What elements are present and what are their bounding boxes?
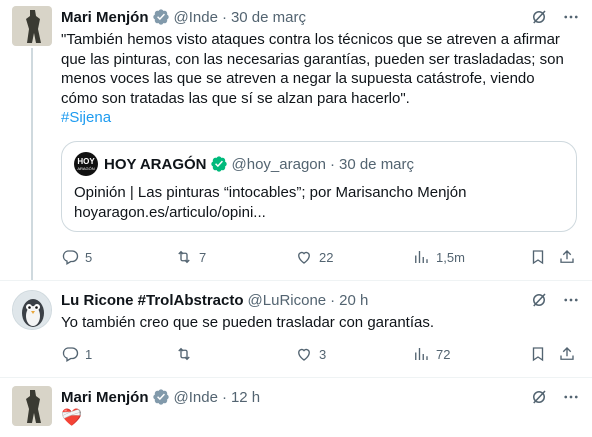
avatar[interactable]	[12, 386, 52, 426]
like-icon	[298, 348, 310, 361]
grok-icon[interactable]	[530, 8, 548, 26]
timestamp[interactable]: 12 h	[231, 389, 260, 406]
grok-icon[interactable]	[530, 388, 548, 406]
repost-button[interactable]	[175, 344, 199, 364]
like-count: 3	[319, 346, 327, 362]
tweet-1[interactable]: Mari Menjón @Inde · 30 de març "También …	[0, 0, 592, 280]
views-button[interactable]: 1,5m	[412, 247, 465, 267]
author-handle[interactable]: @LuRicone	[248, 292, 327, 309]
quoted-tweet[interactable]: HOY ARAGÓN HOY ARAGÓN @hoy_aragon · 30 d…	[61, 141, 577, 232]
share-icon	[560, 250, 574, 263]
more-icon[interactable]	[562, 388, 580, 406]
quoted-author-name: HOY ARAGÓN	[104, 155, 207, 173]
thread-line	[31, 48, 33, 280]
tweet-actions: 5 7 22 1,5m	[61, 247, 581, 267]
bookmark-button[interactable]	[529, 247, 553, 267]
avatar[interactable]	[12, 6, 52, 46]
repost-icon	[178, 250, 190, 264]
bookmark-icon	[532, 250, 544, 265]
tweet-header-actions	[530, 7, 580, 27]
bookmark-icon	[532, 347, 544, 362]
views-icon	[415, 348, 428, 360]
tweet-text-line: menos voces las que se atreven a negar l…	[61, 70, 535, 87]
tweet-text-line: que las pinturas, con las necesarias gar…	[61, 50, 564, 68]
sculpture-avatar-icon	[12, 386, 52, 426]
reply-icon	[62, 250, 79, 265]
author-name[interactable]: Mari Menjón	[61, 9, 149, 26]
author-handle[interactable]: @Inde	[174, 9, 218, 26]
verified-badge-icon	[152, 9, 169, 25]
separator-dot: ·	[221, 8, 227, 26]
more-icon[interactable]	[562, 291, 580, 309]
reply-button[interactable]: 5	[61, 247, 92, 267]
tweet-text: "También hemos visto ataques contra los …	[61, 30, 581, 128]
author-handle[interactable]: @Inde	[174, 389, 218, 406]
reply-count: 1	[85, 346, 93, 362]
timestamp[interactable]: 30 de març	[231, 9, 306, 26]
avatar[interactable]	[12, 290, 52, 330]
tweet-header: Mari Menjón @Inde · 12 h	[61, 387, 260, 407]
tweet-actions: 1 3 72	[61, 344, 581, 364]
author-name[interactable]: Mari Menjón	[61, 389, 149, 406]
share-button[interactable]	[558, 344, 582, 364]
share-button[interactable]	[558, 247, 582, 267]
penguin-avatar-icon	[13, 291, 51, 329]
separator-dot: ·	[221, 388, 227, 406]
more-icon[interactable]	[562, 8, 580, 26]
like-button[interactable]: 3	[295, 344, 326, 364]
repost-count: 7	[199, 249, 207, 265]
logo-text: HOY	[77, 156, 95, 166]
grok-icon[interactable]	[530, 291, 548, 309]
tweet-text-line: "También hemos visto ataques contra los …	[61, 31, 560, 48]
bookmark-button[interactable]	[529, 344, 553, 364]
tweet-2[interactable]: Lu Ricone #TrolAbstracto @LuRicone · 20 …	[0, 281, 592, 377]
sculpture-avatar-icon	[12, 6, 52, 46]
hashtag-link[interactable]: #Sijena	[61, 108, 581, 128]
tweet-header-actions	[530, 387, 580, 407]
tweet-3[interactable]: Mari Menjón @Inde · 12 h ❤️‍🩹	[0, 378, 592, 437]
logo-subtext: ARAGÓN	[77, 165, 95, 171]
quoted-tweet-text: Opinión | Las pinturas “intocables”; por…	[74, 183, 554, 223]
views-icon	[415, 251, 428, 263]
quoted-text-line: Opinión | Las pinturas “intocables”; por…	[74, 184, 467, 201]
like-count: 22	[319, 249, 334, 265]
views-count: 1,5m	[436, 249, 465, 265]
reply-button[interactable]: 1	[61, 344, 92, 364]
separator-dot: ·	[330, 291, 336, 309]
tweet-header-actions	[530, 290, 580, 310]
tweet-header: Lu Ricone #TrolAbstracto @LuRicone · 20 …	[61, 290, 368, 310]
like-button[interactable]: 22	[295, 247, 333, 267]
hoy-aragon-logo-avatar[interactable]: HOY ARAGÓN	[74, 152, 98, 176]
separator-dot: ·	[329, 155, 335, 173]
views-button[interactable]: 72	[412, 344, 450, 364]
quoted-timestamp: 30 de març	[338, 155, 415, 173]
reply-count: 5	[85, 249, 93, 265]
quoted-tweet-header: HOY ARAGÓN HOY ARAGÓN @hoy_aragon · 30 d…	[74, 152, 415, 176]
tweet-text-line: cómo son tratadas las que sí se alzan pa…	[61, 89, 410, 107]
timestamp[interactable]: 20 h	[339, 292, 368, 309]
tweet-header: Mari Menjón @Inde · 30 de març	[61, 7, 306, 27]
tweet-text: Yo también creo que se pueden trasladar …	[61, 314, 435, 331]
mending-heart-emoji: ❤️‍🩹	[61, 408, 83, 427]
like-icon	[298, 251, 310, 264]
verified-badge-icon	[152, 389, 169, 405]
reply-icon	[62, 347, 79, 362]
quoted-link-text: hoyaragon.es/articulo/opini...	[74, 204, 266, 221]
views-count: 72	[436, 346, 451, 362]
author-name[interactable]: Lu Ricone #TrolAbstracto	[61, 292, 244, 309]
repost-button[interactable]: 7	[175, 247, 206, 267]
quoted-author-handle: @hoy_aragon	[231, 155, 326, 173]
share-icon	[560, 347, 574, 360]
repost-icon	[178, 347, 190, 361]
verified-badge-icon	[210, 156, 227, 172]
